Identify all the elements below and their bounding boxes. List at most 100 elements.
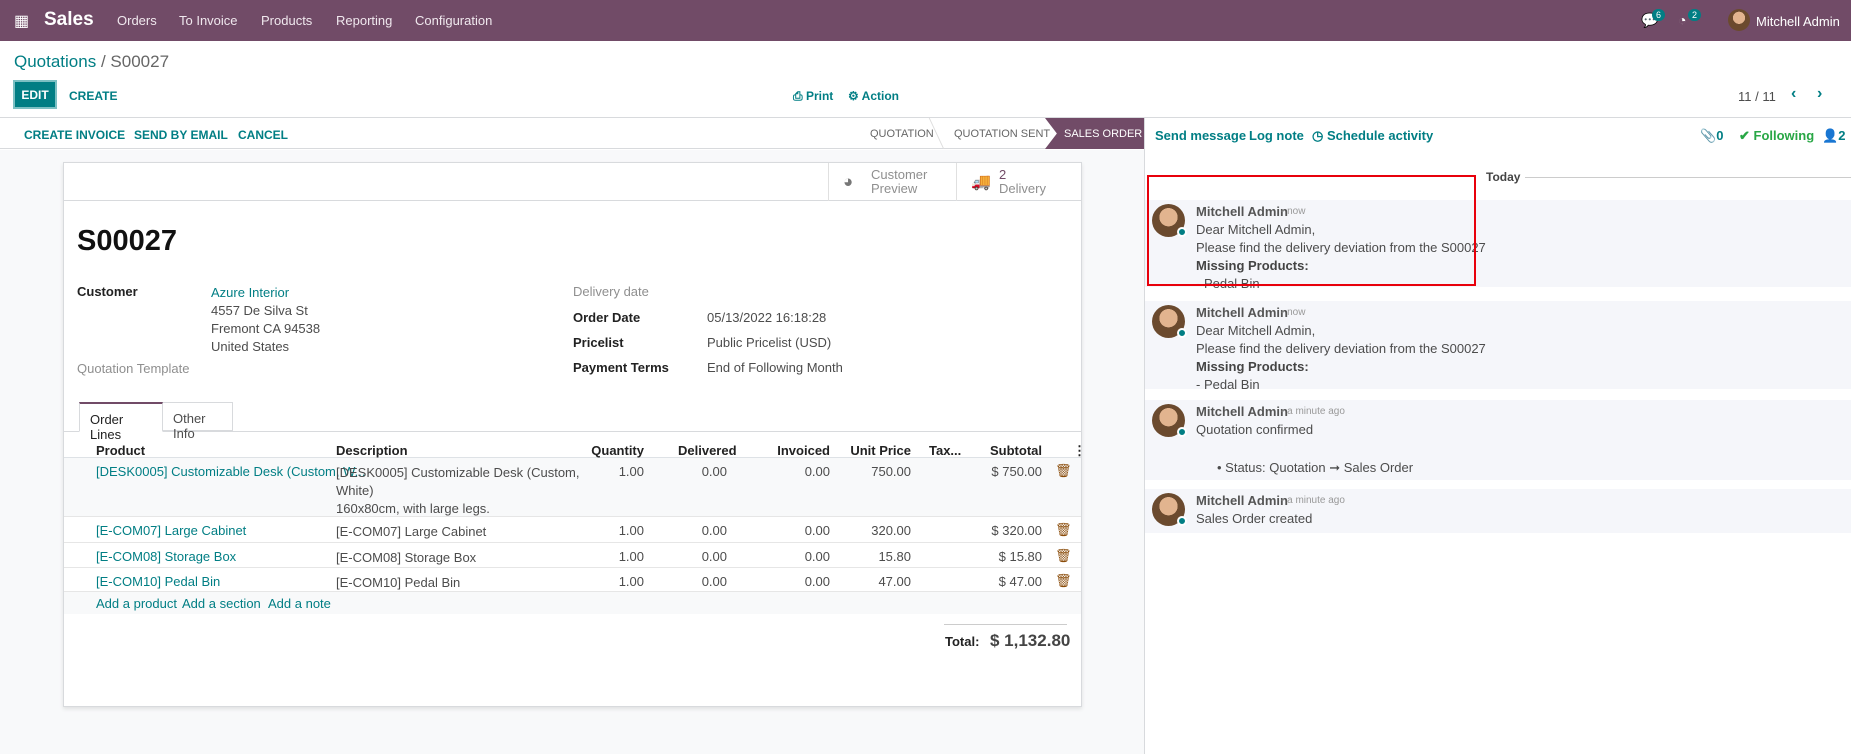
stage-sales-order[interactable]: SALES ORDER — [1045, 118, 1144, 149]
author-avatar[interactable] — [1152, 404, 1187, 437]
col-subtotal[interactable]: Subtotal — [942, 443, 1042, 458]
breadcrumb-quotations[interactable]: Quotations — [14, 52, 96, 71]
description-cell[interactable]: [E-COM07] Large Cabinet — [336, 523, 486, 541]
cancel-button[interactable]: CANCEL — [238, 128, 288, 142]
activity-clock-icon[interactable]: ◔ — [1678, 12, 1686, 28]
followers-button[interactable]: 👤2 — [1822, 128, 1845, 144]
unit-price-cell[interactable]: 15.80 — [811, 549, 911, 564]
menu-products[interactable]: Products — [261, 13, 312, 28]
date-separator: Today — [1482, 170, 1525, 184]
trash-icon[interactable]: 🗑 — [1055, 548, 1072, 564]
col-product[interactable]: Product — [96, 443, 145, 458]
author-avatar[interactable] — [1152, 305, 1187, 338]
unit-price-cell[interactable]: 47.00 — [811, 574, 911, 589]
column-options-icon[interactable]: ⋮ — [1073, 443, 1086, 459]
total-label: Total: — [945, 634, 980, 649]
author-avatar[interactable] — [1152, 493, 1187, 526]
trash-icon[interactable]: 🗑 — [1055, 522, 1072, 538]
send-by-email-button[interactable]: SEND BY EMAIL — [134, 128, 228, 142]
col-quantity[interactable]: Quantity — [544, 443, 644, 458]
pager-value[interactable]: 11 / 11 — [1738, 89, 1776, 104]
pricelist-value: Public Pricelist (USD) — [707, 335, 832, 350]
action-button[interactable]: ⚙ Action — [848, 89, 899, 103]
app-title[interactable]: Sales — [44, 9, 94, 31]
activities-badge: 2 — [1688, 9, 1702, 21]
message-line: Sales Order created — [1196, 511, 1313, 526]
breadcrumb-current: S00027 — [110, 52, 170, 71]
product-cell[interactable]: [DESK0005] Customizable Desk (Custom, W.… — [96, 464, 365, 479]
trash-icon[interactable]: 🗑 — [1055, 573, 1072, 589]
description-cell[interactable]: [DESK0005] Customizable Desk (Custom, Whi… — [336, 464, 579, 518]
message-author[interactable]: Mitchell Admin — [1196, 493, 1288, 508]
chatter-message: Mitchell Admin - a minute ago Sales Orde… — [1145, 489, 1851, 533]
message-author[interactable]: Mitchell Admin — [1196, 305, 1288, 320]
order-name: S00027 — [77, 225, 177, 257]
table-row[interactable]: [E-COM10] Pedal Bin [E-COM10] Pedal Bin … — [64, 568, 1081, 592]
address-line: 4557 De Silva St — [211, 303, 308, 318]
print-button[interactable]: ⎙ Print — [793, 89, 833, 104]
product-cell[interactable]: [E-COM07] Large Cabinet — [96, 523, 246, 538]
col-description[interactable]: Description — [336, 443, 408, 458]
trash-icon[interactable]: 🗑 — [1055, 463, 1072, 479]
top-navbar: ▦ Sales Orders To Invoice Products Repor… — [0, 0, 1851, 41]
table-row[interactable]: [DESK0005] Customizable Desk (Custom, W.… — [64, 458, 1081, 517]
message-author[interactable]: Mitchell Admin — [1196, 404, 1288, 419]
delivered-cell[interactable]: 0.00 — [627, 523, 727, 538]
table-row[interactable]: [E-COM07] Large Cabinet [E-COM07] Large … — [64, 517, 1081, 543]
schedule-activity-button[interactable]: ◷ Schedule activity — [1312, 128, 1433, 144]
customer-link[interactable]: Azure Interior — [211, 285, 289, 300]
globe-icon: ◕ — [843, 172, 854, 191]
subtotal-cell: $ 320.00 — [991, 523, 1042, 538]
add-section-link[interactable]: Add a section — [182, 596, 261, 611]
check-icon: ✔ — [1739, 128, 1754, 143]
attachments-button[interactable]: 📎0 — [1700, 128, 1723, 144]
message-line: - Pedal Bin — [1196, 377, 1260, 392]
online-status-icon — [1177, 516, 1187, 526]
delivered-cell[interactable]: 0.00 — [627, 549, 727, 564]
create-invoice-button[interactable]: CREATE INVOICE — [24, 128, 125, 142]
menu-configuration[interactable]: Configuration — [415, 13, 492, 28]
delivery-button[interactable]: 🚚 2 Delivery — [956, 163, 1081, 201]
message-line: Quotation confirmed — [1196, 422, 1314, 437]
unit-price-cell[interactable]: 320.00 — [811, 523, 911, 538]
product-cell[interactable]: [E-COM10] Pedal Bin — [96, 574, 220, 589]
add-note-link[interactable]: Add a note — [268, 596, 331, 611]
highlight-box — [1147, 175, 1476, 286]
product-cell[interactable]: [E-COM08] Storage Box — [96, 549, 236, 564]
unit-price-cell[interactable]: 750.00 — [811, 464, 911, 479]
col-delivered[interactable]: Delivered — [678, 443, 737, 458]
tab-other-info[interactable]: Other Info — [163, 402, 233, 441]
description-cell[interactable]: [E-COM08] Storage Box — [336, 549, 476, 567]
col-unit-price[interactable]: Unit Price — [811, 443, 911, 458]
menu-reporting[interactable]: Reporting — [336, 13, 392, 28]
send-message-button[interactable]: Send message — [1155, 128, 1246, 143]
tab-order-lines[interactable]: Order Lines — [79, 402, 163, 442]
stage-quotation[interactable]: QUOTATION — [870, 128, 934, 140]
menu-orders[interactable]: Orders — [117, 13, 157, 28]
customer-preview-button[interactable]: ◕ Customer Preview — [828, 163, 956, 201]
add-product-link[interactable]: Add a product — [96, 596, 177, 611]
menu-to-invoice[interactable]: To Invoice — [179, 13, 238, 28]
delivered-cell[interactable]: 0.00 — [627, 574, 727, 589]
breadcrumb: Quotations / S00027 — [14, 52, 170, 71]
address-line: Fremont CA 94538 — [211, 321, 321, 336]
print-icon: ⎙ — [793, 89, 806, 103]
quotation-template-label: Quotation Template — [77, 361, 190, 376]
create-button[interactable]: CREATE — [69, 89, 117, 103]
user-name[interactable]: Mitchell Admin — [1756, 14, 1840, 29]
apps-grid-icon[interactable]: ▦ — [14, 11, 29, 31]
pager-next-icon[interactable]: › — [1817, 85, 1822, 103]
description-cell[interactable]: [E-COM10] Pedal Bin — [336, 574, 460, 592]
user-avatar[interactable] — [1728, 9, 1750, 31]
delivery-date-label: Delivery date — [573, 284, 649, 299]
table-row[interactable]: [E-COM08] Storage Box [E-COM08] Storage … — [64, 543, 1081, 568]
total-value: $ 1,132.80 — [990, 631, 1071, 650]
following-button[interactable]: ✔ Following — [1739, 128, 1814, 144]
stage-quotation-sent[interactable]: QUOTATION SENT — [954, 128, 1050, 140]
log-note-button[interactable]: Log note — [1249, 128, 1304, 143]
payment-terms-value: End of Following Month — [707, 360, 843, 375]
delivered-cell[interactable]: 0.00 — [627, 464, 727, 479]
edit-button[interactable]: EDIT — [13, 80, 57, 109]
pager-previous-icon[interactable]: ‹ — [1791, 85, 1796, 103]
button-box: ◕ Customer Preview 🚚 2 Delivery — [64, 163, 1081, 201]
